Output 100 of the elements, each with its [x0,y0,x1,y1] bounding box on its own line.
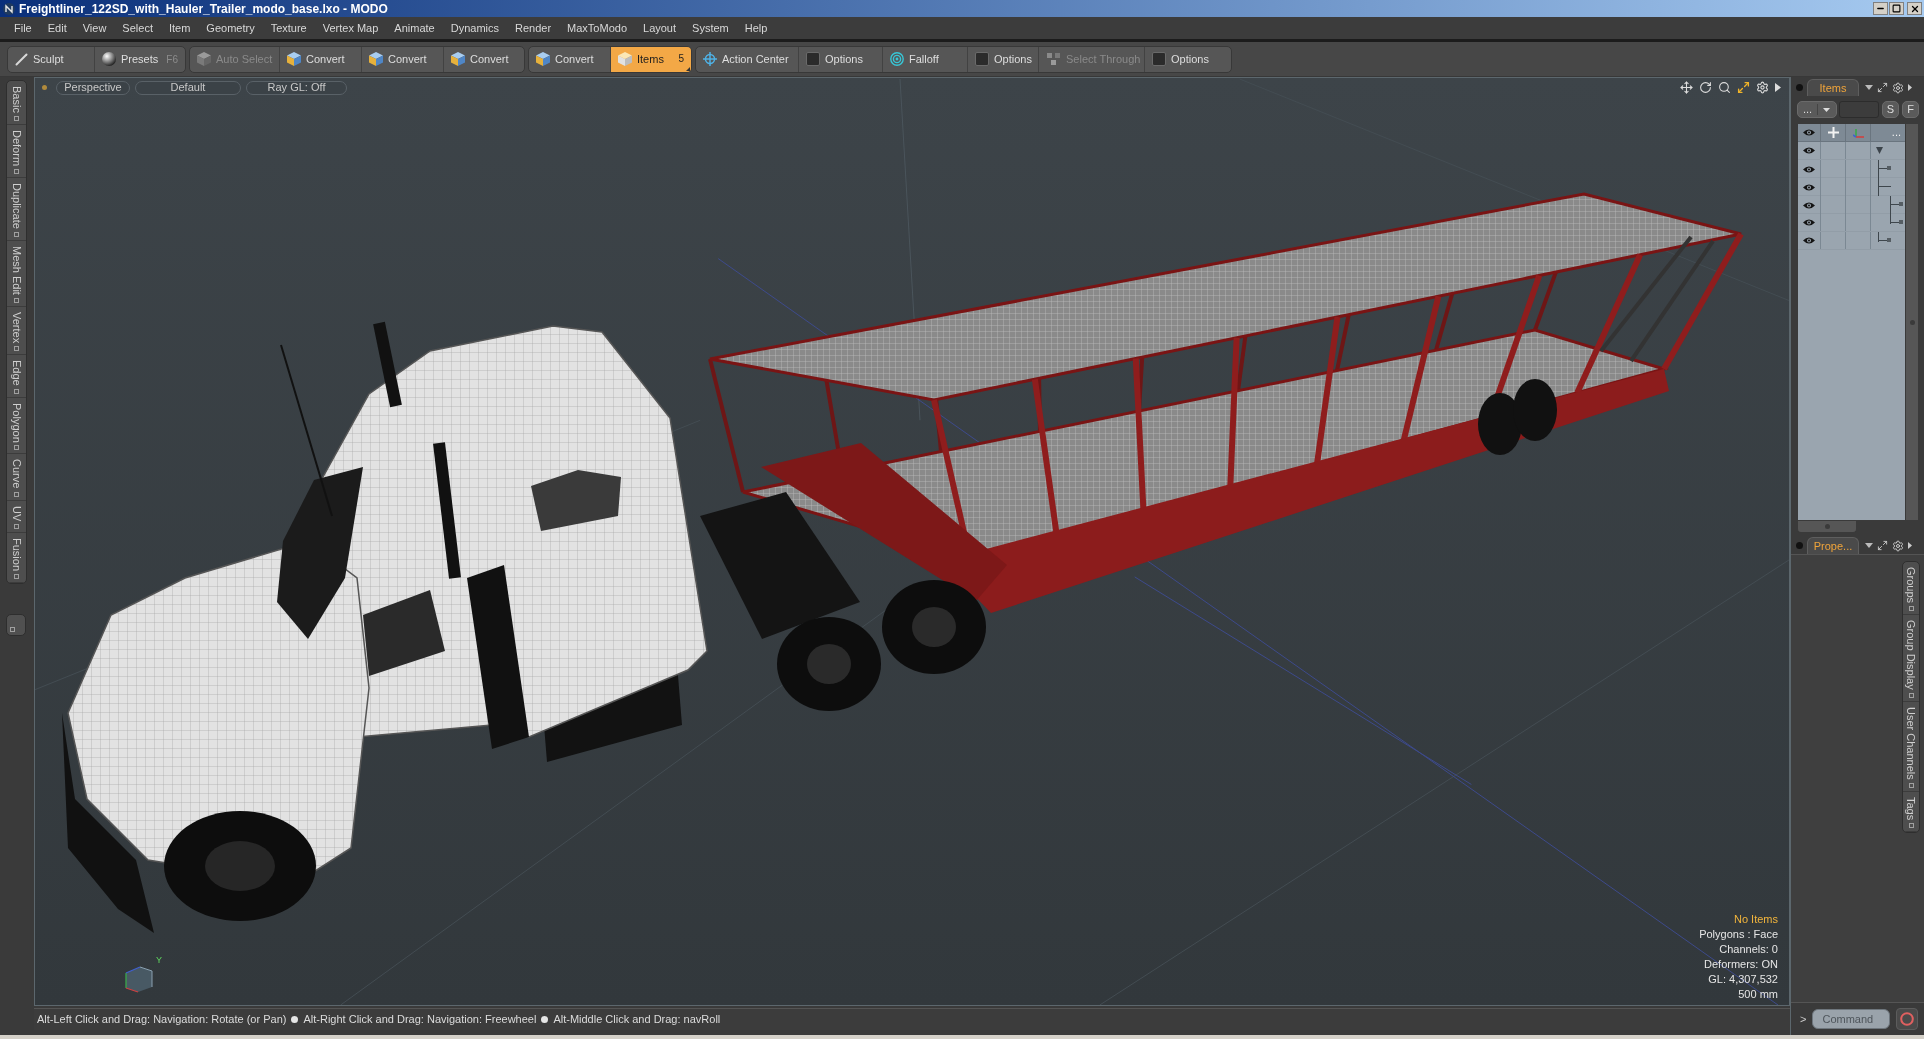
maximize-button[interactable] [1889,2,1904,15]
side-tab[interactable]: UV [7,500,26,534]
side-tab[interactable]: Curve [7,454,26,501]
menu-item[interactable]: Help [736,19,776,37]
menu-item[interactable]: File [6,19,40,37]
options-button[interactable]: Options [1144,46,1231,72]
crosshair-icon [703,52,717,66]
viewport-option-button[interactable]: Perspective [56,80,130,95]
horizontal-scrollbar[interactable] [1797,521,1857,533]
expand-icon[interactable] [1737,81,1750,94]
settings-icon[interactable] [1756,81,1769,94]
cross-icon[interactable] [1827,127,1839,138]
options-button[interactable]: Options [967,46,1038,72]
side-tab[interactable]: Vertex [7,306,26,355]
side-tab[interactable]: Edge [7,354,26,398]
convert-button[interactable]: Convert [529,46,610,72]
item-row[interactable] [1798,160,1905,178]
vertical-scrollbar[interactable] [1906,123,1919,521]
options-button[interactable]: Options [798,46,882,72]
tab-marker-icon [14,574,19,580]
panel-toggle-button[interactable] [6,614,26,637]
side-tab[interactable]: Duplicate [7,177,26,241]
side-tab[interactable]: Fusion [7,533,26,584]
falloff-button[interactable]: Falloff [882,46,967,72]
item-row[interactable] [1798,178,1905,196]
cube-icon [536,52,550,66]
eye-icon[interactable] [1803,218,1815,227]
tab-marker-icon [10,627,15,633]
expand-triangle-icon[interactable] [1876,147,1883,154]
record-icon [1900,1012,1915,1026]
expand-icon[interactable] [1877,540,1888,551]
dropdown-caret-icon[interactable] [1865,85,1873,90]
menu-item[interactable]: Select [114,19,161,37]
settings-icon[interactable] [1892,81,1904,94]
filter-toggle-button[interactable]: F [1902,101,1919,118]
side-tab[interactable]: User Channels [1903,701,1919,792]
sculpt-button[interactable]: Sculpt [8,46,94,72]
convert-button[interactable]: Convert [443,46,524,72]
command-field[interactable]: Command [1812,1009,1891,1029]
menu-item[interactable]: Vertex Map [314,19,387,37]
panel-tab[interactable]: Prope... [1807,537,1859,554]
eye-icon[interactable] [1803,146,1815,155]
eye-icon[interactable] [1803,200,1815,210]
tab-marker-icon [14,297,19,303]
settings-icon[interactable] [1892,539,1904,552]
menu-item[interactable]: Geometry [198,19,263,37]
menu-item[interactable]: System [684,19,737,37]
action-center-button[interactable]: Action Center [696,46,798,72]
panel-dot-icon [1796,84,1803,91]
menu-item[interactable]: MaxToModo [559,19,635,37]
item-row[interactable] [1798,232,1905,250]
triangle-right-icon[interactable] [1908,542,1912,549]
record-button[interactable] [1896,1008,1919,1030]
side-tab[interactable]: Group Display [1903,615,1919,702]
menu-item[interactable]: Texture [262,19,315,37]
move-icon[interactable] [1680,81,1693,94]
eye-icon[interactable] [1803,236,1815,245]
convert-button[interactable]: Convert [279,46,361,72]
menu-item[interactable]: View [74,19,115,37]
item-count: 5 [678,54,684,64]
target-icon [890,52,904,66]
eye-icon[interactable] [1803,164,1815,174]
eye-icon[interactable] [1803,128,1815,137]
panel-tab[interactable]: Items [1807,79,1859,96]
expand-icon[interactable] [1877,82,1888,93]
item-row[interactable] [1798,196,1905,214]
items-button[interactable]: Items 5 [610,46,691,72]
side-tab[interactable]: Basic [7,81,26,125]
tab-marker-icon [14,231,19,237]
eye-icon[interactable] [1803,182,1815,192]
menu-item[interactable]: Animate [386,19,443,37]
cube-icon [369,52,383,66]
status-hint: Alt-Middle Click and Drag: navRoll [553,1012,721,1028]
close-button[interactable] [1907,2,1922,15]
minimize-button[interactable] [1873,2,1888,15]
menu-item[interactable]: Dynamics [442,19,507,37]
column-header[interactable]: ... [1891,127,1901,138]
viewport-dot-icon [42,85,47,90]
menu-item[interactable]: Item [160,19,199,37]
item-row[interactable] [1798,142,1905,160]
side-tab[interactable]: Groups [1903,562,1919,616]
rotate-icon[interactable] [1699,81,1712,94]
dropdown-caret-icon[interactable] [1865,543,1873,548]
search-icon[interactable] [1718,81,1731,94]
side-tab[interactable]: Mesh Edit [7,240,26,307]
triangle-right-icon[interactable] [1775,83,1781,92]
triangle-right-icon[interactable] [1908,84,1912,91]
filter-toggle-button[interactable]: S [1882,101,1899,118]
viewport-option-button[interactable]: Default [135,80,241,95]
side-tab[interactable]: Tags [1903,791,1919,832]
item-row[interactable] [1798,214,1905,232]
side-tab[interactable]: Polygon [7,397,26,455]
side-tab[interactable]: Deform [7,124,26,178]
viewport-option-button[interactable]: Ray GL: Off [246,80,347,95]
convert-button[interactable]: Convert [361,46,443,72]
filter-menu-button[interactable]: ... [1797,101,1837,118]
menu-item[interactable]: Layout [635,19,685,37]
3d-viewport[interactable]: Perspective Default Ray GL: Off Y No Items Polygons : Face Channels: 0 Deformers: ON GL: 4,307,532 500 mm [34,77,1790,1006]
menu-item[interactable]: Render [507,19,560,37]
menu-item[interactable]: Edit [39,19,75,37]
